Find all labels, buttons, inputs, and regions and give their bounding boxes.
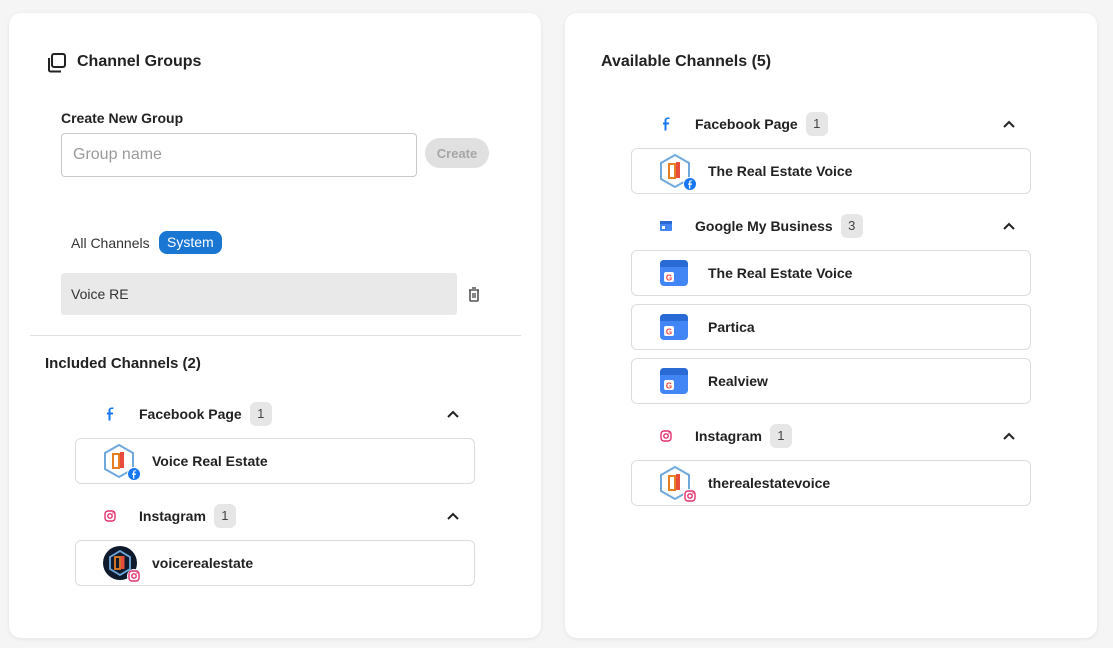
- channel-avatar: G: [658, 309, 694, 345]
- copy-stack-icon: [48, 53, 66, 73]
- facebook-icon: [657, 115, 675, 133]
- channel-avatar: [102, 443, 141, 481]
- channel-name: therealestatevoice: [708, 475, 831, 491]
- channel-name: The Real Estate Voice: [708, 265, 853, 281]
- channel-name: voicerealestate: [152, 555, 254, 571]
- panel-title: Channel Groups: [77, 53, 202, 70]
- channel-name: Realview: [708, 373, 768, 389]
- available-channels-panel: Available Channels (5) Facebook Page 1 T…: [565, 13, 1097, 638]
- filter-system-chip[interactable]: System: [159, 231, 222, 254]
- included-channels-title: Included Channels (2): [45, 355, 201, 372]
- channel-card[interactable]: Voice Real Estate: [75, 438, 475, 484]
- count-badge: 1: [213, 504, 236, 528]
- instagram-icon: [657, 427, 675, 445]
- svg-text:G: G: [666, 274, 672, 283]
- chevron-up-icon[interactable]: [1001, 428, 1017, 444]
- section-label: Facebook Page: [695, 116, 798, 132]
- section-google-my-business[interactable]: Google My Business 3: [657, 213, 863, 239]
- channel-name: Partica: [708, 319, 755, 335]
- count-badge: 1: [249, 402, 272, 426]
- instagram-icon: [101, 507, 119, 525]
- divider: [30, 335, 521, 336]
- chevron-up-icon[interactable]: [1001, 116, 1017, 132]
- svg-text:G: G: [666, 328, 672, 337]
- instagram-badge-icon: [127, 569, 141, 583]
- channel-avatar: G: [658, 255, 694, 291]
- gmb-store-icon: G: [660, 368, 688, 394]
- facebook-icon: [101, 405, 119, 423]
- group-row[interactable]: Voice RE: [61, 273, 457, 315]
- section-instagram[interactable]: Instagram 1: [657, 423, 792, 449]
- section-label: Facebook Page: [139, 406, 242, 422]
- channel-card[interactable]: G The Real Estate Voice: [631, 250, 1031, 296]
- svg-text:G: G: [666, 382, 672, 391]
- chevron-up-icon[interactable]: [445, 406, 461, 422]
- create-group-label: Create New Group: [61, 110, 184, 126]
- section-instagram[interactable]: Instagram 1: [101, 503, 236, 529]
- channel-name: The Real Estate Voice: [708, 163, 853, 179]
- google-business-icon: [657, 217, 675, 235]
- section-label: Instagram: [695, 428, 762, 444]
- gmb-store-icon: G: [660, 314, 688, 340]
- facebook-badge-icon: [683, 177, 697, 191]
- count-badge: 1: [805, 112, 828, 136]
- facebook-badge-icon: [127, 467, 141, 481]
- section-facebook[interactable]: Facebook Page 1: [101, 401, 272, 427]
- channel-groups-panel: Channel Groups Create New Group Create A…: [9, 13, 541, 638]
- section-label: Instagram: [139, 508, 206, 524]
- channel-card[interactable]: G Realview: [631, 358, 1031, 404]
- channel-card[interactable]: therealestatevoice: [631, 460, 1031, 506]
- group-name-input[interactable]: [61, 133, 417, 177]
- channel-avatar: [658, 153, 697, 191]
- trash-icon[interactable]: [465, 285, 483, 303]
- channel-name: Voice Real Estate: [152, 453, 268, 469]
- channel-avatar: [658, 465, 697, 503]
- channel-avatar: G: [658, 363, 694, 399]
- channel-card[interactable]: voicerealestate: [75, 540, 475, 586]
- channel-avatar: [102, 545, 141, 583]
- channel-card[interactable]: G Partica: [631, 304, 1031, 350]
- section-label: Google My Business: [695, 218, 833, 234]
- channel-card[interactable]: The Real Estate Voice: [631, 148, 1031, 194]
- filter-all-channels[interactable]: All Channels: [71, 235, 150, 251]
- panel-title: Available Channels (5): [601, 53, 772, 70]
- gmb-store-icon: G: [660, 260, 688, 286]
- count-badge: 3: [840, 214, 863, 238]
- count-badge: 1: [769, 424, 792, 448]
- create-button[interactable]: Create: [425, 138, 489, 168]
- instagram-badge-icon: [683, 489, 697, 503]
- section-facebook[interactable]: Facebook Page 1: [657, 111, 828, 137]
- chevron-up-icon[interactable]: [445, 508, 461, 524]
- chevron-up-icon[interactable]: [1001, 218, 1017, 234]
